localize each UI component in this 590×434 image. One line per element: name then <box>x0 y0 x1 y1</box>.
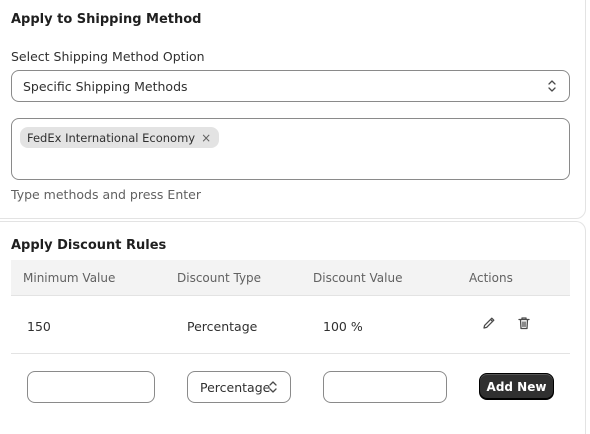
row-discount-type: Percentage <box>187 319 258 334</box>
column-actions: Actions <box>469 271 513 285</box>
add-new-button[interactable]: Add New <box>479 373 554 400</box>
new-minimum-value-input[interactable] <box>27 371 155 403</box>
discount-rules-title: Apply Discount Rules <box>11 238 167 253</box>
tag-remove-icon[interactable]: × <box>201 132 211 144</box>
shipping-methods-tag-input[interactable]: FedEx International Economy × <box>11 118 570 180</box>
shipping-method-tag: FedEx International Economy × <box>20 127 220 148</box>
column-discount-type: Discount Type <box>177 271 262 285</box>
tag-label: FedEx International Economy <box>27 130 196 145</box>
rules-table-header: Minimum Value Discount Type Discount Val… <box>11 260 570 296</box>
column-minimum-value: Minimum Value <box>23 271 116 285</box>
row-discount-value: 100 % <box>323 319 363 334</box>
chevron-up-down-icon <box>268 380 278 394</box>
shipping-method-title: Apply to Shipping Method <box>11 12 202 27</box>
new-discount-type-select[interactable]: Percentage <box>187 371 291 403</box>
discount-type-value: Percentage <box>200 380 271 395</box>
pencil-icon[interactable] <box>481 315 497 331</box>
row-minimum-value: 150 <box>27 319 51 334</box>
chevron-up-down-icon <box>547 79 557 93</box>
column-discount-value: Discount Value <box>313 271 403 285</box>
table-row: 150 Percentage 100 % <box>11 296 570 354</box>
shipping-option-select[interactable]: Specific Shipping Methods <box>11 70 570 102</box>
trash-icon[interactable] <box>516 315 532 331</box>
shipping-option-label: Select Shipping Method Option <box>11 49 205 64</box>
help-text: Type methods and press Enter <box>11 187 201 202</box>
new-discount-value-input[interactable] <box>323 371 447 403</box>
shipping-option-value: Specific Shipping Methods <box>23 79 188 94</box>
